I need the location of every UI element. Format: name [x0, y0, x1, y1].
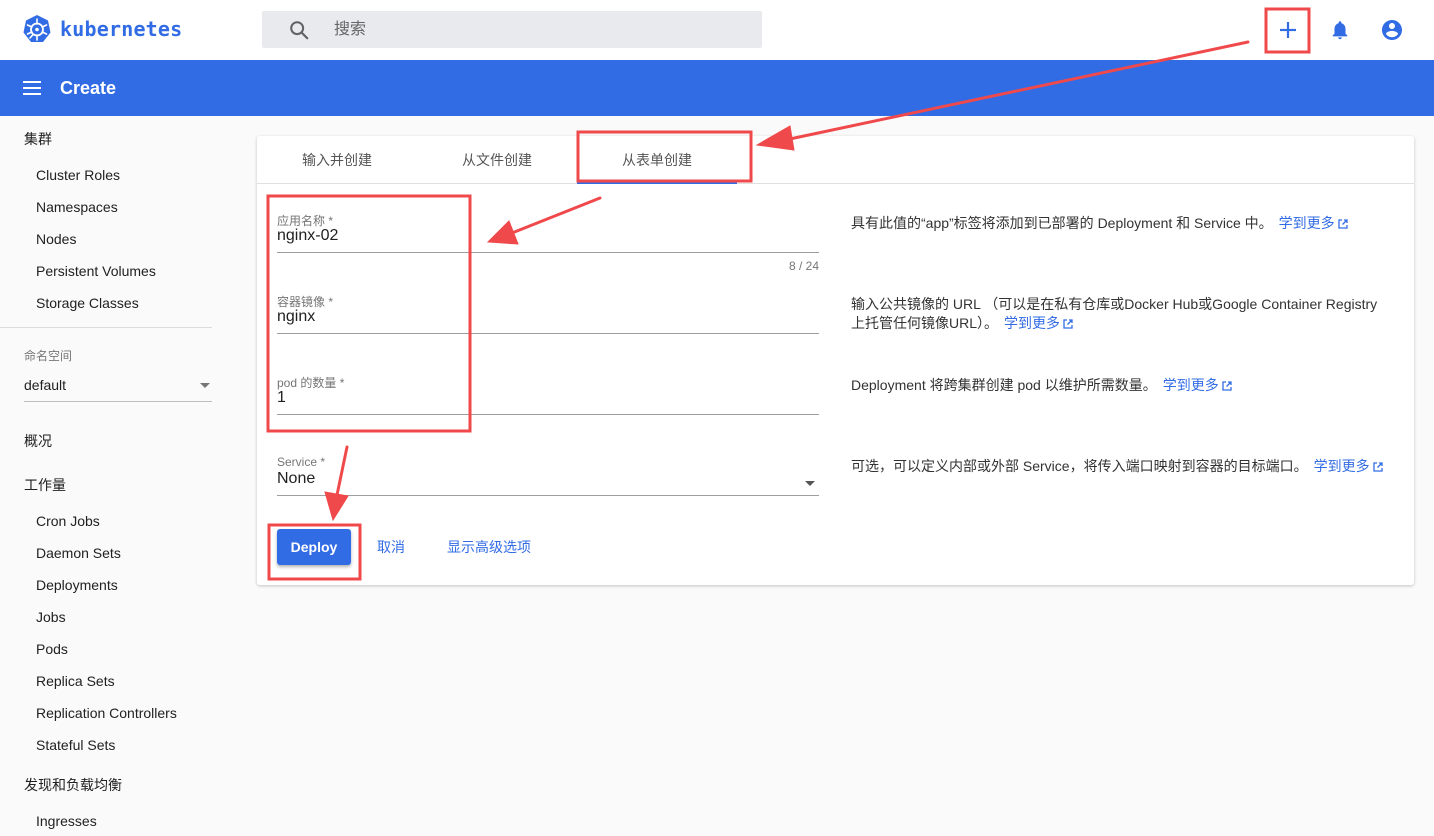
namespace-value: default — [24, 377, 67, 393]
tab-create-from-form[interactable]: 从表单创建 — [577, 136, 737, 184]
pod-count-input[interactable] — [277, 389, 797, 407]
external-link-icon — [1372, 462, 1383, 472]
app-name-help: 具有此值的“app”标签将添加到已部署的 Deployment 和 Servic… — [851, 214, 1391, 233]
service-help-text: 可选，可以定义内部或外部 Service，将传入端口映射到容器的目标端口。 — [851, 458, 1308, 474]
kubernetes-logo[interactable]: kubernetes — [22, 14, 182, 44]
sidebar-nav: 集群 Cluster Roles Namespaces Nodes Persis… — [0, 116, 228, 836]
external-link-icon — [1063, 319, 1073, 329]
sidebar-item-deployments[interactable]: Deployments — [36, 577, 118, 593]
account-circle-icon — [1382, 20, 1402, 40]
service-label: Service * — [277, 455, 326, 469]
sidebar-item-cluster-roles[interactable]: Cluster Roles — [36, 167, 120, 183]
active-tab-indicator — [577, 181, 737, 184]
learn-more-label: 学到更多 — [1162, 377, 1219, 393]
container-image-underline — [277, 333, 819, 334]
account-button[interactable] — [1378, 16, 1406, 44]
external-link-icon — [1337, 219, 1348, 229]
learn-more-link[interactable]: 学到更多 — [1004, 315, 1073, 331]
pod-count-underline — [277, 414, 819, 415]
tab-create-from-input[interactable]: 输入并创建 — [257, 136, 417, 184]
learn-more-link[interactable]: 学到更多 — [1314, 458, 1383, 474]
app-name-input[interactable] — [277, 227, 797, 245]
container-image-field: 容器镜像 * — [277, 293, 819, 337]
container-image-help-text: 输入公共镜像的 URL （可以是在私有仓库或Docker Hub或Google … — [851, 296, 1378, 331]
tab-create-from-file[interactable]: 从文件创建 — [417, 136, 577, 184]
learn-more-label: 学到更多 — [1313, 458, 1370, 474]
app-name-counter: 8 / 24 — [788, 259, 819, 273]
external-link-icon — [1222, 381, 1232, 391]
search-input[interactable] — [334, 11, 754, 48]
page-title: Create — [60, 78, 117, 98]
create-card: 输入并创建 从文件创建 从表单创建 应用名称 * 8 / 24 容器镜像 * p… — [257, 136, 1414, 585]
service-underline — [277, 495, 819, 496]
sidebar-section-workloads[interactable]: 工作量 — [24, 475, 66, 495]
learn-more-label: 学到更多 — [1278, 215, 1335, 231]
create-button[interactable] — [1274, 16, 1302, 44]
sidebar-item-jobs[interactable]: Jobs — [36, 609, 66, 625]
hamburger-menu-icon[interactable] — [20, 76, 44, 100]
plus-icon — [1280, 22, 1296, 38]
container-image-help: 输入公共镜像的 URL （可以是在私有仓库或Docker Hub或Google … — [851, 295, 1391, 333]
sidebar-item-storage-classes[interactable]: Storage Classes — [36, 295, 139, 311]
learn-more-link[interactable]: 学到更多 — [1279, 215, 1348, 231]
dropdown-caret-icon — [200, 383, 210, 388]
sidebar-section-discovery[interactable]: 发现和负载均衡 — [24, 775, 122, 795]
search-bar[interactable] — [262, 11, 762, 48]
kubernetes-wheel-icon — [23, 15, 51, 42]
search-icon — [290, 21, 309, 40]
sidebar-section-cluster[interactable]: 集群 — [24, 129, 52, 149]
create-tabs: 输入并创建 从文件创建 从表单创建 — [257, 136, 1414, 184]
show-advanced-options-button[interactable]: 显示高级选项 — [447, 529, 531, 565]
sidebar-item-pods[interactable]: Pods — [36, 641, 68, 657]
learn-more-link[interactable]: 学到更多 — [1163, 377, 1232, 393]
notifications-button[interactable] — [1326, 16, 1354, 44]
page-header: Create — [0, 60, 1434, 116]
sidebar-item-stateful-sets[interactable]: Stateful Sets — [36, 737, 115, 753]
pod-count-help-text: Deployment 将跨集群创建 pod 以维护所需数量。 — [851, 377, 1157, 393]
sidebar-item-ingresses[interactable]: Ingresses — [36, 813, 97, 829]
sidebar-item-replication-controllers[interactable]: Replication Controllers — [36, 705, 177, 721]
pod-count-help: Deployment 将跨集群创建 pod 以维护所需数量。 学到更多 — [851, 376, 1391, 395]
sidebar-item-nodes[interactable]: Nodes — [36, 231, 76, 247]
sidebar-item-persistent-volumes[interactable]: Persistent Volumes — [36, 263, 156, 279]
sidebar-section-overview[interactable]: 概况 — [24, 431, 52, 451]
sidebar-item-replica-sets[interactable]: Replica Sets — [36, 673, 115, 689]
sidebar-item-namespaces[interactable]: Namespaces — [36, 199, 118, 215]
app-name-help-text: 具有此值的“app”标签将添加到已部署的 Deployment 和 Servic… — [851, 215, 1273, 231]
pod-count-field: pod 的数量 * — [277, 374, 819, 418]
service-help: 可选，可以定义内部或外部 Service，将传入端口映射到容器的目标端口。 学到更… — [851, 457, 1391, 476]
app-name-field: 应用名称 * 8 / 24 — [277, 212, 819, 276]
service-select-value[interactable]: None — [277, 470, 797, 488]
brand-name: kubernetes — [60, 17, 183, 41]
cancel-button[interactable]: 取消 — [377, 529, 405, 565]
bell-icon — [1332, 21, 1348, 40]
namespace-select[interactable]: default — [24, 374, 212, 402]
app-name-underline — [277, 252, 819, 253]
namespace-label: 命名空间 — [24, 349, 73, 363]
learn-more-label: 学到更多 — [1004, 315, 1061, 331]
top-bar: kubernetes — [0, 0, 1434, 60]
sidebar-divider — [0, 327, 212, 328]
container-image-input[interactable] — [277, 308, 797, 326]
sidebar-item-daemon-sets[interactable]: Daemon Sets — [36, 545, 121, 561]
deploy-button[interactable]: Deploy — [277, 529, 351, 565]
sidebar-item-cron-jobs[interactable]: Cron Jobs — [36, 513, 100, 529]
service-field[interactable]: Service * None — [277, 455, 819, 499]
dropdown-caret-icon — [805, 481, 815, 486]
